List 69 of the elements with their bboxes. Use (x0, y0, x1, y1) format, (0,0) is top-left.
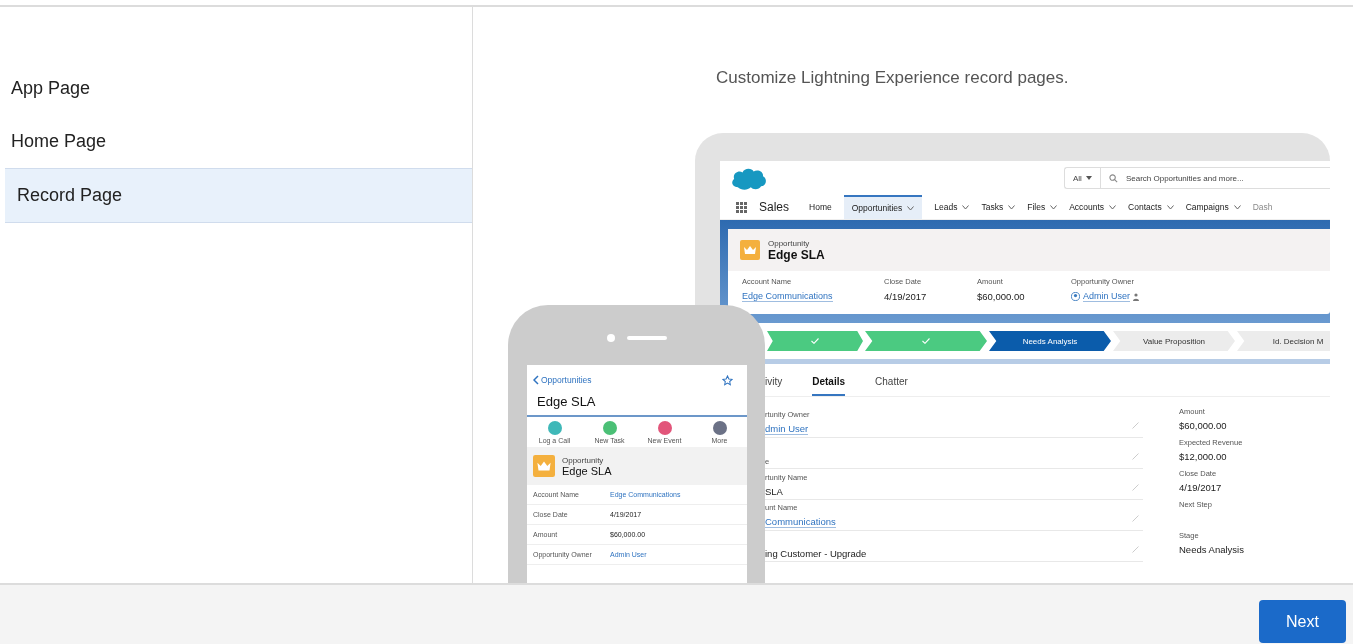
field-value: Needs Analysis (1179, 544, 1244, 555)
record-name: Edge SLA (562, 464, 612, 477)
pencil-icon[interactable] (1132, 484, 1139, 491)
field-value: SLA (765, 486, 784, 497)
crown-icon (740, 240, 760, 260)
person-icon (1133, 292, 1139, 301)
chevron-down-icon (1050, 204, 1058, 210)
user-avatar-icon (1071, 292, 1080, 301)
pencil-icon[interactable] (1132, 453, 1139, 460)
field-value: 4/19/2017 (884, 291, 928, 302)
description-text: Customize Lightning Experience record pages. (716, 68, 1070, 88)
record-name: Edge SLA (768, 247, 825, 262)
nav-tab[interactable]: Accounts (1069, 195, 1117, 219)
pencil-icon[interactable] (1132, 422, 1139, 429)
nav-tab[interactable]: Leads (934, 195, 970, 219)
field-value: $12,000.00 (1179, 451, 1228, 462)
chevron-down-icon (962, 204, 970, 210)
search-field[interactable]: All Search Opportunities and more... (1064, 167, 1330, 189)
nav-tab[interactable]: Opportunities (843, 195, 923, 219)
field-value: $60,000.00 (977, 291, 1026, 302)
field-link[interactable]: Edge Communications (742, 291, 833, 302)
field-link[interactable]: Admin User (1083, 291, 1130, 302)
action-icon[interactable] (657, 421, 672, 435)
nav-tab[interactable]: Dash (1252, 195, 1273, 219)
nav-tab[interactable]: Files (1027, 195, 1058, 219)
chevron-down-icon (907, 205, 915, 211)
search-icon (1108, 173, 1118, 183)
pencil-icon[interactable] (1132, 515, 1139, 522)
nav-tab[interactable]: Tasks (981, 195, 1016, 219)
action-icon[interactable] (602, 421, 617, 435)
path-step[interactable]: Id. Decision M (1237, 331, 1330, 351)
path-step[interactable] (767, 331, 863, 351)
crown-icon (533, 455, 555, 477)
nav-tab[interactable]: Home (809, 195, 832, 219)
record-tab[interactable]: ivity (765, 376, 783, 396)
sidebar-item[interactable]: Home Page (5, 115, 472, 168)
next-button[interactable]: Next (1259, 600, 1346, 643)
pencil-icon[interactable] (1132, 546, 1139, 553)
chevron-down-icon (1166, 204, 1174, 210)
nav-tab[interactable]: Contacts (1128, 195, 1174, 219)
nav-tab[interactable]: Campaigns (1185, 195, 1241, 219)
object-label: Opportunity (562, 455, 605, 465)
object-label: Opportunity (768, 238, 811, 248)
speaker-icon (626, 336, 667, 340)
action-icon[interactable] (547, 421, 562, 435)
app-launcher-icon[interactable] (736, 201, 747, 213)
sidebar-item[interactable]: App Page (5, 62, 472, 115)
record-tab[interactable]: Details (812, 376, 846, 396)
camera-icon (606, 334, 615, 342)
app-name: Sales (759, 200, 790, 214)
path-step[interactable]: Value Proposition (1113, 331, 1235, 351)
back-link[interactable]: Opportunities (533, 375, 592, 385)
record-title: Edge SLA (527, 389, 747, 417)
path-step[interactable]: Needs Analysis (989, 331, 1111, 351)
field-value: 4/19/2017 (1179, 482, 1223, 493)
chevron-down-icon (1008, 204, 1016, 210)
chevron-down-icon (1233, 204, 1241, 210)
action-icon[interactable] (712, 421, 727, 435)
field-value: $60,000.00 (1179, 420, 1228, 431)
check-icon (811, 338, 819, 344)
record-tab[interactable]: Chatter (875, 376, 908, 396)
check-icon (922, 338, 930, 344)
star-icon[interactable] (722, 374, 733, 386)
field-value: ing Customer - Upgrade (765, 548, 867, 559)
chevron-down-icon (1109, 204, 1117, 210)
chevron-left-icon (533, 375, 539, 385)
path-step[interactable] (865, 331, 987, 351)
caret-icon (1085, 176, 1092, 180)
sidebar-item[interactable]: Record Page (5, 168, 472, 223)
